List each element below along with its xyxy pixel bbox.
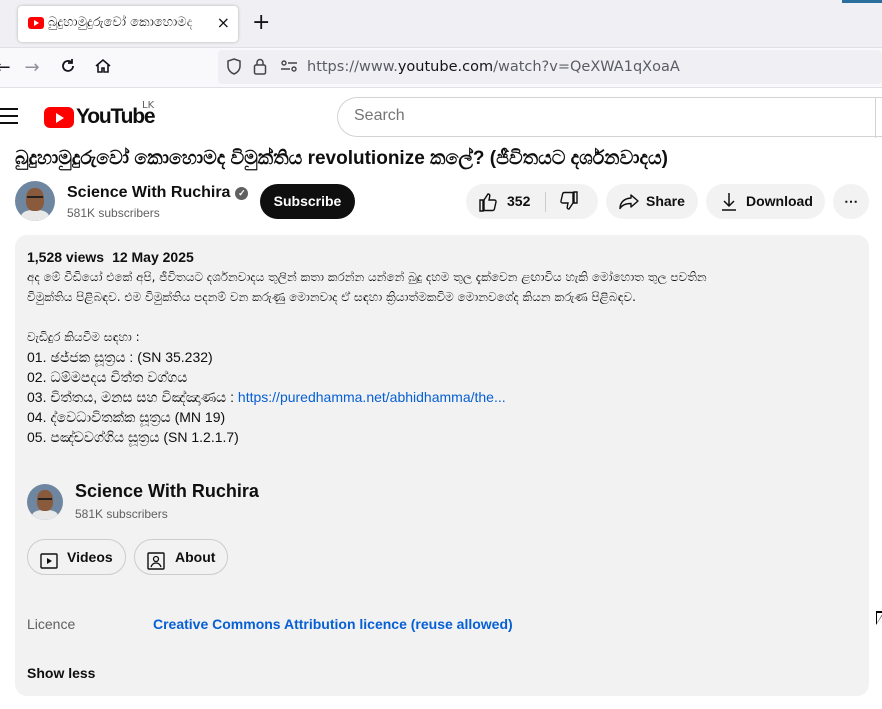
videos-button[interactable]: Videos	[27, 539, 126, 575]
share-label: Share	[646, 193, 685, 209]
video-play-icon	[40, 548, 58, 569]
url-path: /watch?v=QeXWA1qXoaA	[493, 59, 680, 75]
reload-icon[interactable]	[57, 57, 79, 79]
country-code: LK	[142, 100, 155, 111]
shield-icon[interactable]	[226, 58, 242, 79]
reference-1: 01. ඡජ්ජක සූත්‍රය : (SN 35.232)	[27, 349, 213, 365]
thumbs-down-icon[interactable]	[559, 184, 579, 232]
back-arrow-icon[interactable]: ←	[0, 57, 14, 79]
tab-title: බුදුහාමුදුරුවෝ කොහොමද	[48, 15, 193, 30]
upload-date: 12 May 2025	[112, 249, 194, 265]
view-date-meta: 1,528 views 12 May 2025	[27, 249, 202, 265]
card-channel-subscribers: 581K subscribers	[75, 507, 168, 521]
search-box[interactable]	[337, 97, 882, 138]
url-prefix: https://www.	[307, 59, 398, 75]
browser-tab-active[interactable]: බුදුහාමුදුරුවෝ කොහොමද ×	[18, 6, 238, 42]
channel-avatar[interactable]	[15, 181, 55, 221]
show-less-button[interactable]: Show less	[27, 665, 95, 681]
url-bar[interactable]: https://www.youtube.com/watch?v=QeXWA1qX…	[218, 50, 882, 84]
reference-5: 05. පඤ්චවග්ගිය සූත්‍රය (SN 1.2.1.7)	[27, 429, 239, 445]
reference-3: 03. චිත්තය, මනස සහ විඤ්ඤාණය : https://pu…	[27, 387, 506, 407]
view-count: 1,528 views	[27, 249, 105, 265]
download-label: Download	[746, 193, 813, 209]
references-heading: වැඩිදුර කියවීම සඳහා :	[27, 330, 140, 344]
licence-label: Licence	[27, 616, 76, 632]
like-dislike-group: 352	[466, 184, 598, 219]
reference-3-text: 03. චිත්තය, මනස සහ විඤ්ඤාණය :	[27, 389, 238, 405]
share-button[interactable]: Share	[606, 184, 698, 219]
lock-icon[interactable]	[253, 58, 267, 79]
about-label: About	[175, 549, 216, 565]
tab-close-icon[interactable]: ×	[217, 13, 230, 32]
mouse-cursor-icon	[876, 611, 882, 625]
channel-name[interactable]: Science With Ruchira ✓	[67, 184, 249, 202]
videos-label: Videos	[67, 549, 113, 565]
home-icon[interactable]	[92, 57, 114, 79]
verified-check-icon: ✓	[235, 187, 249, 200]
download-button[interactable]: Download	[706, 184, 825, 219]
channel-subscribers: 581K subscribers	[67, 206, 160, 220]
search-divider	[875, 98, 876, 138]
browser-tab-strip: බුදුහාමුදුරුවෝ කොහොමද × +	[0, 0, 882, 48]
licence-link[interactable]: Creative Commons Attribution licence (re…	[153, 616, 513, 632]
channel-name-text: Science With Ruchira	[67, 184, 231, 201]
reference-4: 04. ද්වෙධාවිතක්ක සූත්‍රය (MN 19)	[27, 409, 226, 425]
avatar-shirt	[32, 509, 58, 520]
avatar-glasses	[27, 196, 43, 199]
like-count[interactable]: 352	[507, 184, 530, 219]
permissions-icon[interactable]	[280, 58, 298, 78]
description-line-1: අද මේ වීඩියෝ එකේ අපි, ජීවිතයට දර්ශනවාදය …	[27, 270, 707, 284]
youtube-favicon-icon	[28, 17, 44, 29]
avatar-shirt	[20, 209, 50, 221]
reference-3-link[interactable]: https://puredhamma.net/abhidhamma/the...	[238, 389, 506, 405]
like-divider	[545, 192, 546, 212]
share-arrow-icon	[618, 184, 640, 232]
hamburger-menu-icon[interactable]	[0, 108, 18, 129]
description-line-2: විමුක්තිය පිළිබඳව. එම විමුක්තිය පදනම් වන…	[27, 290, 636, 304]
description-panel[interactable]: 1,528 views 12 May 2025 අද මේ වීඩියෝ එකේ …	[15, 235, 869, 696]
card-channel-name[interactable]: Science With Ruchira	[75, 481, 259, 502]
forward-arrow-icon[interactable]: →	[21, 57, 43, 79]
browser-navigation-bar: ← → https://www.youtube.com/watch?v=QeXW…	[0, 48, 882, 88]
avatar-face	[26, 188, 44, 212]
about-button[interactable]: About	[134, 539, 228, 575]
more-actions-icon[interactable]: ⋯	[833, 184, 869, 219]
thumbs-up-icon[interactable]	[478, 184, 498, 232]
subscribe-button[interactable]: Subscribe	[260, 184, 355, 219]
search-input[interactable]	[354, 107, 854, 125]
card-channel-avatar[interactable]	[27, 484, 63, 520]
reference-2: 02. ධම්මපදය චිත්ත වග්ගය	[27, 369, 188, 385]
video-title: බුදුහාමුදුරුවෝ කොහොමද විමුක්තිය revoluti…	[15, 148, 668, 169]
profile-card-icon	[147, 548, 165, 570]
avatar-glasses	[37, 497, 53, 501]
youtube-header: YouTube LK	[0, 88, 882, 146]
new-tab-button[interactable]: +	[252, 12, 270, 34]
url-domain: youtube.com	[397, 59, 494, 75]
url-text[interactable]: https://www.youtube.com/watch?v=QeXWA1qX…	[307, 59, 680, 75]
youtube-play-icon	[44, 107, 74, 128]
avatar-face	[37, 490, 53, 512]
window-corner-accent	[842, 0, 882, 3]
download-icon	[720, 184, 738, 232]
